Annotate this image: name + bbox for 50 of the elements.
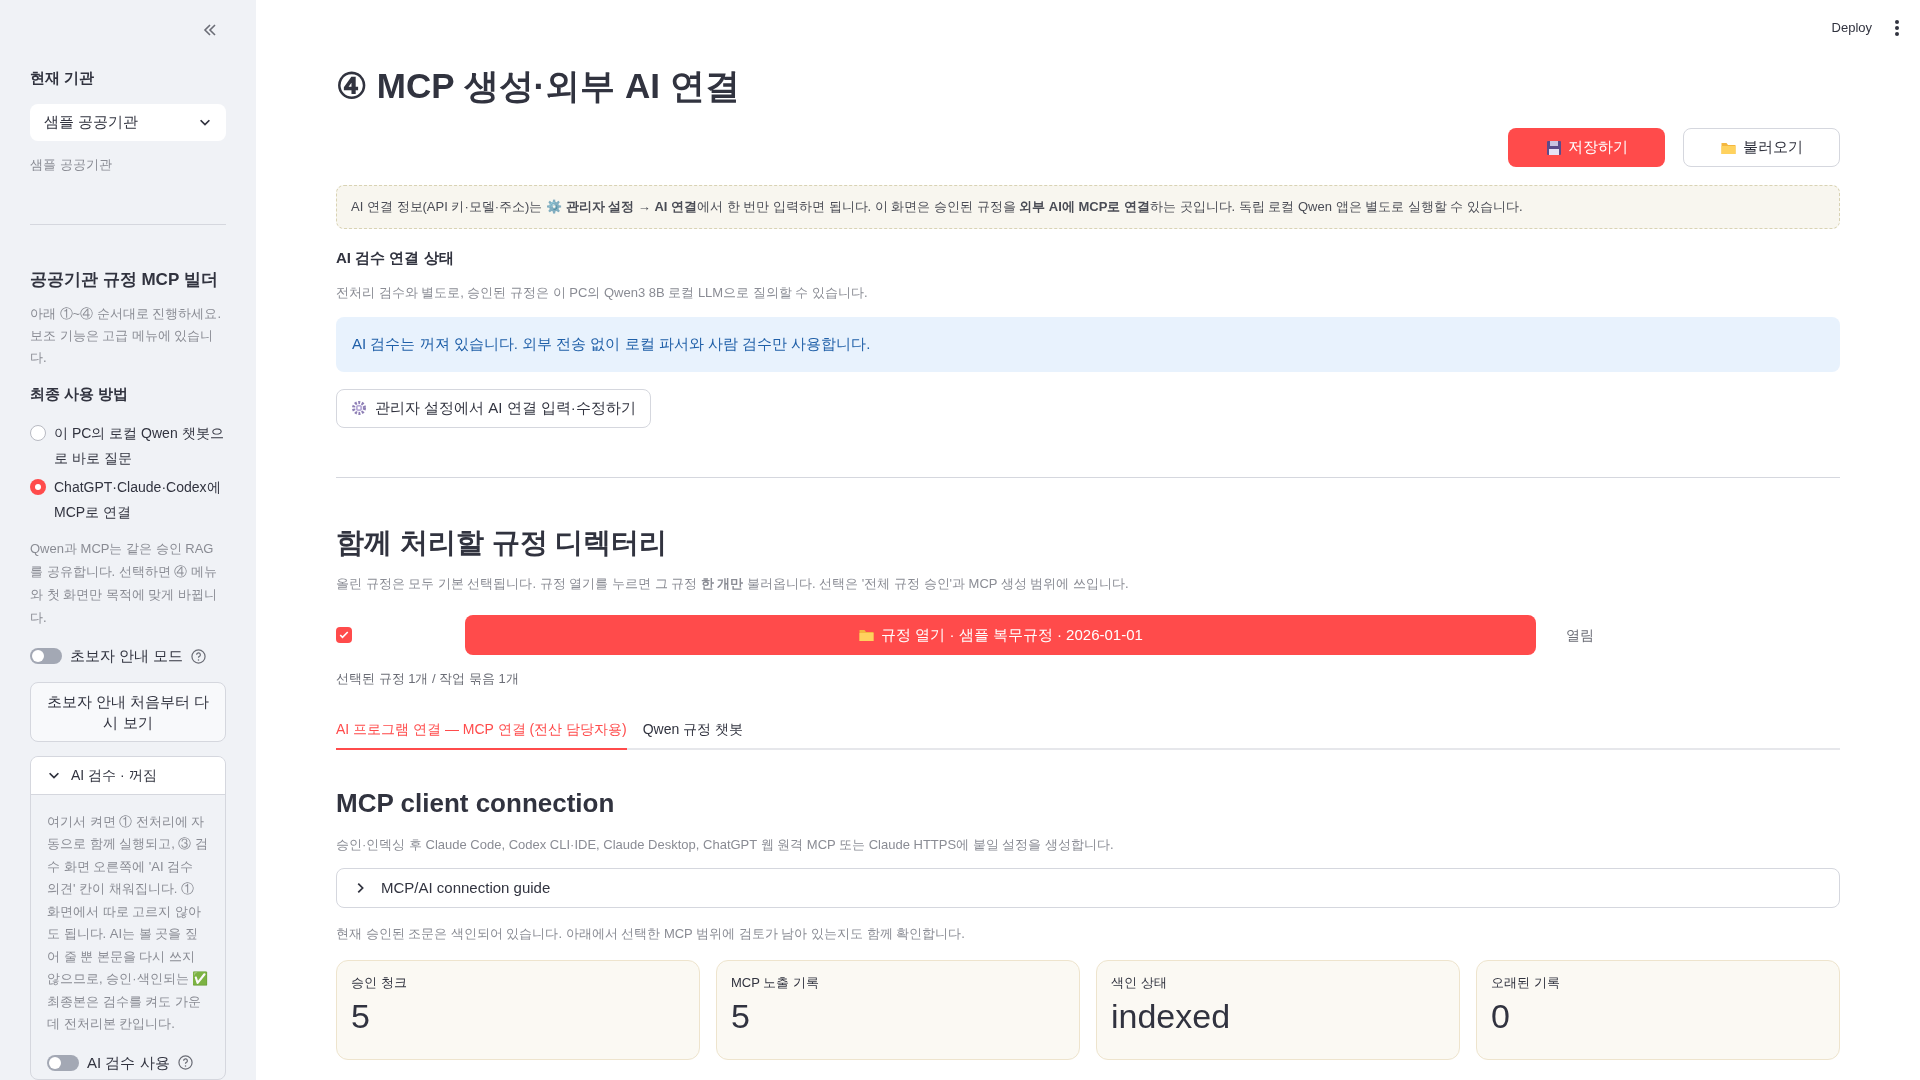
caption: 현재 승인된 조문은 색인되어 있습니다. 아래에서 선택한 MCP 범위에 검토가 남아 있는지도 함께 확인합니다. — [336, 925, 966, 943]
metric-label: 승인 청크 — [351, 973, 408, 992]
radio-label[interactable]: 이 PC의 로컬 Qwen 챗봇으로 바로 질문 — [54, 421, 226, 472]
metric-value: 0 — [1491, 996, 1511, 1037]
guide-expander[interactable]: MCP/AI connection guide — [336, 868, 1840, 908]
caption: 승인·인덱싱 후 Claude Code, Codex CLI·IDE, Claude Desktop, ChatGPT 웹 원격 MCP 또는 Claude HTTPS에 붙일 설정을 생성합니다. — [336, 835, 1115, 854]
restart-guide-button[interactable]: 초보자 안내 처음부터 다시 보기 — [30, 681, 226, 742]
folder-icon — [858, 627, 876, 643]
caption: 아래 ①~④ 순서대로 진행하세요. 보조 기능은 고급 메뉴에 있습니다. — [30, 304, 223, 367]
ai-review-expander[interactable]: AI 검수 · 꺼짐 — [31, 756, 225, 795]
agency-select[interactable]: 샘플 공공기관 — [30, 103, 226, 141]
toggle-switch[interactable] — [30, 648, 62, 665]
help-icon — [177, 1055, 193, 1071]
toggle-switch[interactable] — [47, 1055, 79, 1071]
caption: 올린 규정은 모두 기본 선택됩니다. 규정 열기를 누르면 그 규정 한 개만 불러옵니다. 선택은 '전체 규정 승인'과 MCP 생성 범위에 쓰입니다. — [336, 574, 1130, 593]
metric-value: 5 — [351, 996, 371, 1037]
more-menu-button[interactable] — [1894, 19, 1900, 36]
caption: 샘플 공공기관 — [30, 155, 113, 174]
section-title: 함께 처리할 규정 디렉터리 — [336, 525, 669, 560]
metric-value: indexed — [1111, 996, 1232, 1037]
metric-label: 색인 상태 — [1111, 973, 1168, 992]
radio-label[interactable]: ChatGPT·Claude·Codex에 MCP로 연결 — [54, 475, 226, 526]
radio-button[interactable] — [30, 425, 46, 442]
status-label: 열림 — [1566, 625, 1594, 645]
section-title: MCP client connection — [336, 786, 616, 820]
metric-label: 오래된 기록 — [1491, 973, 1561, 992]
section-heading: AI 검수 연결 상태 — [336, 247, 455, 268]
tab[interactable]: Qwen 규정 챗봇 — [642, 718, 743, 750]
metric-value: 5 — [731, 996, 751, 1037]
panel-description: 여기서 켜면 ① 전처리에 자동으로 함께 실행되고, ③ 검수 화면 오른쪽에 'AI 검수 의견' 칸이 채워집니다. ① 화면에서 따로 고르지 않아도 됩니다. AI는 볼 곳을 짚어 줄 뿐 본문을 다시 쓰지 않으므로, 승인·색인되는 ✅ 최종본은 검수를 켜도 가운데 전처리본 칸입니다. — [47, 812, 209, 1034]
load-button[interactable]: 불러오기 — [1683, 128, 1840, 167]
sidebar-heading: 공공기관 규정 MCP 빌더 — [30, 269, 219, 292]
notice-text: AI 연결 정보(API 키·모델·주소)는 ⚙ 관리자 설정 → AI 연결에서 한 번만 입력하면 됩니다. 이 화면은 승인된 규정을 외부 AI에 MCP로 연결하는 곳입니다. 독립 로컬 Qwen 앱은 별도로 실행할 수 있습니다. — [336, 185, 1840, 229]
help-icon — [191, 649, 207, 664]
admin-settings-button[interactable]: 관리자 설정에서 AI 연결 입력·수정하기 — [336, 388, 651, 428]
info-message: AI 검수는 꺼져 있습니다. 외부 전송 없이 로컬 파서와 사람 검수만 사용합니다. — [336, 316, 1840, 372]
caption: Qwen과 MCP는 같은 승인 RAG를 공유합니다. 선택하면 ④ 메뉴와 첫 화면만 목적에 맞게 바뀝니다. — [30, 540, 219, 628]
radio-button[interactable] — [30, 479, 46, 496]
section-label: 최종 사용 방법 — [30, 383, 130, 404]
checkmark-icon — [338, 629, 350, 641]
deploy-button[interactable]: Deploy — [1831, 18, 1872, 38]
caption: 전처리 검수와 별도로, 승인된 규정은 이 PC의 Qwen3 8B 로컬 LLM으로 질의할 수 있습니다. — [336, 284, 869, 302]
page-title: ④ MCP 생성·외부 AI 연결 — [336, 65, 741, 107]
toggle-label: AI 검수 사용 — [87, 1052, 170, 1073]
toggle-label: 초보자 안내 모드 — [70, 646, 184, 667]
metric-label: MCP 노출 기록 — [731, 973, 820, 992]
checkbox[interactable] — [336, 627, 352, 643]
caption: 선택된 규정 1개 / 작업 묶음 1개 — [336, 670, 520, 688]
section-label: 현재 기관 — [30, 68, 96, 88]
gear-icon — [351, 400, 367, 416]
